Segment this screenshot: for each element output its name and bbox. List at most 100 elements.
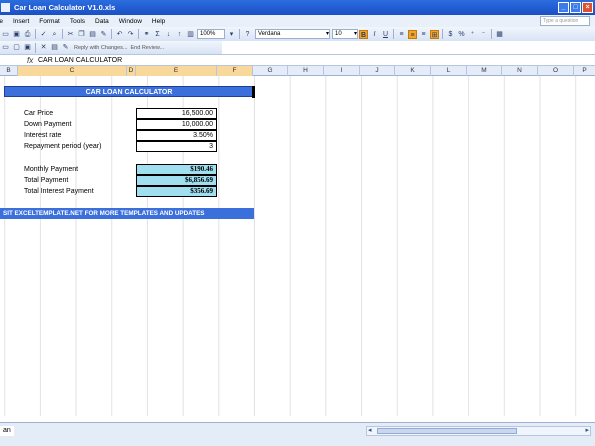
car-price-label: Car Price: [24, 110, 54, 117]
ink-annotation-icon[interactable]: ✎: [61, 43, 70, 52]
interest-rate-label: Interest rate: [24, 132, 62, 139]
column-header-i[interactable]: I: [324, 66, 360, 76]
menu-data[interactable]: Data: [90, 18, 114, 25]
font-size-value: 10: [335, 31, 342, 37]
column-header-e[interactable]: E: [136, 66, 217, 76]
column-header-c[interactable]: C: [18, 66, 127, 76]
open-icon[interactable]: ▭: [1, 30, 10, 39]
bold-button[interactable]: B: [359, 29, 368, 39]
menu-file[interactable]: File: [0, 18, 8, 25]
column-header-b[interactable]: B: [0, 66, 18, 76]
save-icon[interactable]: ▣: [12, 30, 21, 39]
reply-with-changes-button[interactable]: Reply with Changes...: [74, 45, 128, 51]
monthly-payment-cell[interactable]: $190.46: [136, 164, 217, 175]
delete-comment-icon[interactable]: ✕: [39, 43, 48, 52]
minimize-button[interactable]: _: [558, 2, 569, 13]
underline-button[interactable]: U: [381, 30, 390, 39]
align-center-icon[interactable]: ≡: [408, 29, 417, 39]
paste-icon[interactable]: ▤: [88, 30, 97, 39]
column-header-k[interactable]: K: [395, 66, 431, 76]
column-header-l[interactable]: L: [431, 66, 467, 76]
column-header-m[interactable]: M: [467, 66, 502, 76]
toolbar-separator: [393, 29, 394, 39]
selection-border: [252, 86, 255, 98]
column-header-n[interactable]: N: [502, 66, 538, 76]
excel-app-icon[interactable]: [1, 3, 10, 12]
menu-tools[interactable]: Tools: [65, 18, 90, 25]
help-icon[interactable]: ?: [243, 30, 252, 39]
horizontal-scrollbar[interactable]: ◂ ▸: [366, 426, 591, 436]
zoom-value: 100%: [200, 31, 216, 37]
zoom-dropdown-icon[interactable]: ▾: [227, 30, 236, 39]
down-payment-cell[interactable]: 10,000.00: [136, 119, 217, 130]
sheet-tab[interactable]: an: [0, 426, 14, 436]
window-controls: _ □ ×: [558, 2, 593, 13]
show-comments-icon[interactable]: ▣: [23, 43, 32, 52]
research-icon[interactable]: ⌕: [50, 30, 59, 39]
spelling-icon[interactable]: ✓: [39, 30, 48, 39]
column-header-d[interactable]: D: [127, 66, 136, 76]
formatting-toolbar: ▭ ▣ ⎙ ✓ ⌕ ✂ ❐ ▤ ✎ ↶ ↷ ⚭ Σ ↓ ↑ ▥ 100% ▾ ?…: [0, 27, 595, 41]
undo-icon[interactable]: ↶: [115, 30, 124, 39]
end-review-button[interactable]: End Review...: [131, 45, 165, 51]
menu-help[interactable]: Help: [147, 18, 170, 25]
maximize-button[interactable]: □: [570, 2, 581, 13]
copy-icon[interactable]: ❐: [77, 30, 86, 39]
total-interest-payment-label: Total Interest Payment: [24, 188, 94, 195]
format-painter-icon[interactable]: ✎: [99, 30, 108, 39]
total-interest-payment-cell[interactable]: $356.69: [136, 186, 217, 197]
close-button[interactable]: ×: [582, 2, 593, 13]
menu-window[interactable]: Window: [114, 18, 147, 25]
interest-rate-cell[interactable]: 3.50%: [136, 130, 217, 141]
formula-bar: fx CAR LOAN CALCULATOR: [0, 54, 595, 66]
redo-icon[interactable]: ↷: [126, 30, 135, 39]
column-header-p[interactable]: P: [574, 66, 595, 76]
currency-button[interactable]: $: [446, 30, 455, 39]
window-title: Car Loan Calculator V1.0.xls: [14, 3, 116, 12]
sort-ascending-icon[interactable]: ↓: [164, 30, 173, 39]
italic-button[interactable]: I: [370, 30, 379, 39]
increase-decimal-icon[interactable]: ⁺: [468, 30, 477, 39]
menu-insert[interactable]: Insert: [8, 18, 34, 25]
align-right-icon[interactable]: ≡: [419, 30, 428, 39]
scroll-left-icon[interactable]: ◂: [368, 426, 372, 434]
merge-center-icon[interactable]: ⊞: [430, 29, 439, 39]
website-banner[interactable]: SIT EXCELTEMPLATE.NET FOR MORE TEMPLATES…: [0, 208, 254, 219]
ask-question-input[interactable]: Type a question: [540, 16, 590, 26]
repayment-period-cell[interactable]: 3: [136, 141, 217, 152]
hyperlink-icon[interactable]: ⚭: [142, 30, 151, 39]
toolbar-separator: [62, 29, 63, 39]
column-header-g[interactable]: G: [253, 66, 288, 76]
scrollbar-thumb[interactable]: [377, 428, 517, 434]
calculator-title[interactable]: CAR LOAN CALCULATOR: [4, 86, 254, 97]
menu-format[interactable]: Format: [34, 18, 65, 25]
car-price-cell[interactable]: 16,500.00: [136, 108, 217, 119]
total-payment-label: Total Payment: [24, 177, 69, 184]
scroll-right-icon[interactable]: ▸: [585, 426, 589, 434]
worksheet-grid[interactable]: [0, 76, 592, 416]
toolbar-separator: [442, 29, 443, 39]
font-select[interactable]: Verdana ▾: [255, 29, 330, 39]
column-header-j[interactable]: J: [360, 66, 395, 76]
decrease-decimal-icon[interactable]: ⁻: [479, 30, 488, 39]
formula-input[interactable]: CAR LOAN CALCULATOR: [38, 57, 122, 64]
align-left-icon[interactable]: ≡: [397, 30, 406, 39]
borders-icon[interactable]: ▦: [495, 30, 504, 39]
column-header-o[interactable]: O: [538, 66, 574, 76]
print-icon[interactable]: ⎙: [23, 30, 32, 39]
column-header-h[interactable]: H: [288, 66, 324, 76]
chart-wizard-icon[interactable]: ▥: [186, 30, 195, 39]
toolbar-separator: [35, 42, 36, 53]
font-size-select[interactable]: 10 ▾: [332, 29, 358, 39]
track-changes-icon[interactable]: ▭: [1, 43, 10, 52]
reviewing-pane-icon[interactable]: ▤: [50, 43, 59, 52]
sort-descending-icon[interactable]: ↑: [175, 30, 184, 39]
total-payment-cell[interactable]: $6,856.69: [136, 175, 217, 186]
cut-icon[interactable]: ✂: [66, 30, 75, 39]
comment-icon[interactable]: ▢: [12, 43, 21, 52]
function-icon[interactable]: fx: [27, 56, 33, 65]
autosum-icon[interactable]: Σ: [153, 30, 162, 39]
column-header-f[interactable]: F: [217, 66, 253, 76]
zoom-select[interactable]: 100%: [197, 29, 225, 39]
percent-button[interactable]: %: [457, 30, 466, 39]
